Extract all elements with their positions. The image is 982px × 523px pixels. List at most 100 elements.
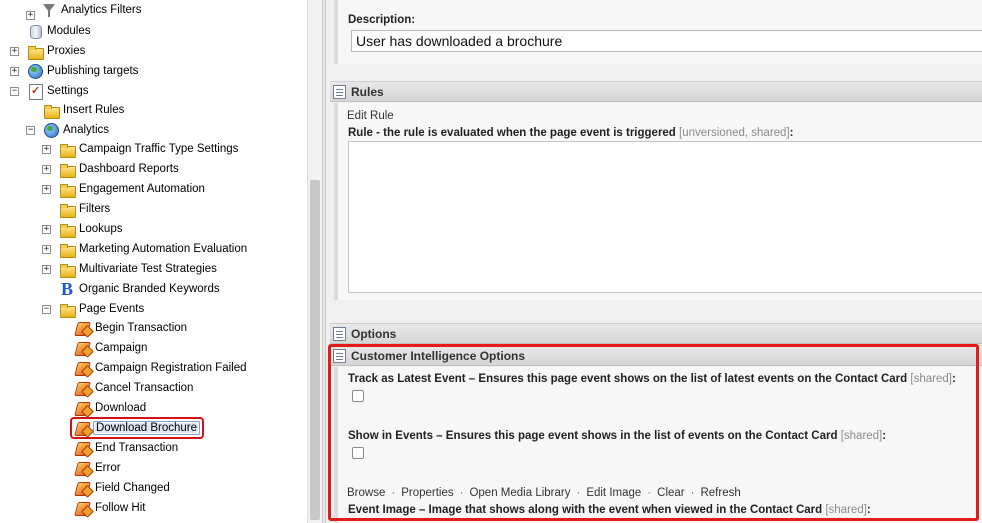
tree-item-label: Organic Branded Keywords [79, 283, 220, 295]
tree-item-insert-rules[interactable]: Insert Rules [43, 100, 126, 120]
options-section-header[interactable]: Options [330, 323, 982, 344]
rule-editor-area[interactable] [348, 141, 982, 293]
options-title: Options [351, 326, 397, 341]
tree-item-organic-branded-keywords[interactable]: B Organic Branded Keywords [59, 279, 222, 299]
tree-scrollbar-thumb[interactable] [310, 180, 320, 520]
event-image-text: Event Image – Image that shows along wit… [348, 504, 823, 516]
tree-item-dashboard-reports[interactable]: + Dashboard Reports [42, 159, 181, 179]
content-tree: + Analytics Filters Modules + Proxies + … [0, 0, 322, 523]
refresh-link[interactable]: Refresh [700, 487, 740, 499]
folder-icon [59, 241, 76, 258]
page-event-icon [75, 440, 91, 456]
tree-item-label: Download Brochure [93, 421, 201, 435]
tree-item-follow-hit[interactable]: Follow Hit [75, 498, 147, 518]
tree-item-begin-transaction[interactable]: Begin Transaction [75, 318, 189, 338]
section-icon [333, 348, 346, 363]
tree-item-settings[interactable]: − Settings [10, 81, 91, 101]
tree-item-multivariate-test-strategies[interactable]: + Multivariate Test Strategies [42, 259, 219, 279]
tree-item-download[interactable]: Download [75, 398, 148, 418]
tree-item-label: Campaign [95, 342, 148, 354]
tree-item-label: Page Events [79, 303, 145, 315]
expand-icon[interactable]: + [42, 144, 51, 154]
expand-icon[interactable]: + [42, 264, 51, 274]
tree-item-analytics[interactable]: − Analytics [26, 120, 111, 140]
page-event-icon [75, 400, 91, 416]
ci-options-section-header[interactable]: Customer Intelligence Options [330, 345, 982, 366]
separator: · [391, 487, 396, 499]
show-in-events-text: Show in Events – Ensures this page event… [348, 430, 838, 442]
tree-item-label: Filters [79, 203, 111, 215]
expand-icon[interactable]: + [10, 46, 19, 56]
tree-item-label: Dashboard Reports [79, 163, 179, 175]
tree-item-label: Download [95, 402, 147, 414]
collapse-icon[interactable]: − [10, 86, 19, 96]
page-event-icon [75, 380, 91, 396]
tree-item-label: Follow Hit [95, 502, 146, 514]
expand-icon[interactable]: + [10, 66, 19, 76]
tree-scrollbar[interactable] [307, 0, 322, 523]
tree-item-engagement-automation[interactable]: + Engagement Automation [42, 179, 207, 199]
ci-options-title: Customer Intelligence Options [351, 348, 526, 363]
folder-icon [59, 141, 76, 158]
open-media-library-link[interactable]: Open Media Library [469, 487, 570, 499]
clear-link[interactable]: Clear [657, 487, 684, 499]
tree-item-field-changed[interactable]: Field Changed [75, 478, 172, 498]
tree-item-campaign-registration-failed[interactable]: Campaign Registration Failed [75, 358, 249, 378]
collapse-icon[interactable]: − [26, 125, 35, 135]
tree-item-label: Error [95, 462, 121, 474]
settings-icon [27, 83, 43, 100]
tree-item-analytics-filters[interactable]: + Analytics Filters [26, 0, 144, 20]
folder-icon [43, 102, 60, 119]
edit-rule-link[interactable]: Edit Rule [347, 110, 394, 122]
tree-item-modules[interactable]: Modules [27, 21, 92, 41]
b-icon: B [60, 279, 73, 299]
collapse-icon[interactable]: − [42, 304, 51, 314]
tree-item-label: Publishing targets [47, 65, 139, 77]
event-image-label: Event Image – Image that shows along wit… [348, 504, 871, 516]
rules-section-header[interactable]: Rules [330, 81, 982, 102]
tree-item-lookups[interactable]: + Lookups [42, 219, 124, 239]
tree-item-label: Lookups [79, 223, 123, 235]
tree-item-page-events[interactable]: − Page Events [42, 299, 146, 319]
page-event-icon [75, 360, 91, 376]
browse-link[interactable]: Browse [347, 487, 385, 499]
expand-icon[interactable]: + [42, 164, 51, 174]
description-input[interactable] [351, 30, 982, 52]
tree-item-campaign-traffic-type-settings[interactable]: + Campaign Traffic Type Settings [42, 139, 240, 159]
tree-item-download-brochure[interactable]: Download Brochure [70, 417, 205, 439]
tree-item-filters[interactable]: Filters [59, 199, 112, 219]
track-latest-text: Track as Latest Event – Ensures this pag… [348, 373, 908, 385]
tree-item-label: Campaign Registration Failed [95, 362, 247, 374]
expand-icon[interactable]: + [26, 10, 35, 20]
tree-item-end-transaction[interactable]: End Transaction [75, 438, 180, 458]
rule-label-colon: : [789, 127, 794, 139]
description-panel: Description: [334, 0, 982, 64]
folder-icon [59, 181, 76, 198]
track-latest-label: Track as Latest Event – Ensures this pag… [348, 373, 956, 385]
page-event-icon [75, 460, 91, 476]
tree-item-publishing-targets[interactable]: + Publishing targets [10, 61, 140, 81]
expand-icon[interactable]: + [42, 244, 51, 254]
tree-item-marketing-automation-evaluation[interactable]: + Marketing Automation Evaluation [42, 239, 249, 259]
tree-item-cancel-transaction[interactable]: Cancel Transaction [75, 378, 195, 398]
track-latest-checkbox[interactable] [352, 390, 364, 402]
folder-icon [59, 161, 76, 178]
folder-icon [59, 301, 76, 318]
expand-icon[interactable]: + [42, 224, 51, 234]
expand-icon[interactable]: + [42, 184, 51, 194]
track-latest-meta: [shared] [910, 373, 952, 385]
tree-item-error[interactable]: Error [75, 458, 123, 478]
event-image-colon: : [866, 504, 871, 516]
edit-image-link[interactable]: Edit Image [586, 487, 641, 499]
globe-icon [27, 63, 43, 79]
tree-item-campaign[interactable]: Campaign [75, 338, 149, 358]
properties-link[interactable]: Properties [401, 487, 453, 499]
show-in-events-checkbox[interactable] [352, 447, 364, 459]
separator: · [576, 487, 581, 499]
tree-item-label: Campaign Traffic Type Settings [79, 143, 239, 155]
section-icon [333, 326, 346, 341]
separator: · [647, 487, 652, 499]
tree-item-proxies[interactable]: + Proxies [10, 41, 87, 61]
separator: · [459, 487, 464, 499]
folder-icon [59, 201, 76, 218]
